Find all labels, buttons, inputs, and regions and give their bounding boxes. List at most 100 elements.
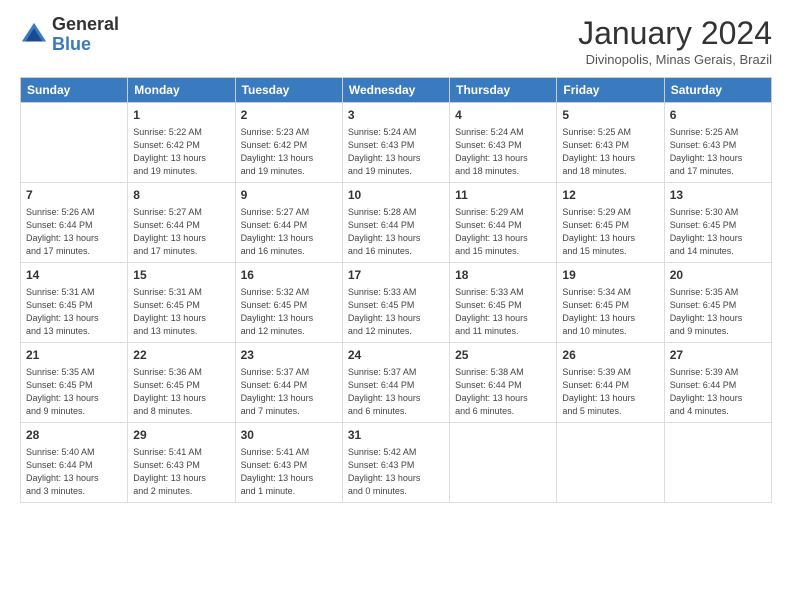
day-number: 5 (562, 107, 658, 124)
day-cell: 6Sunrise: 5:25 AM Sunset: 6:43 PM Daylig… (664, 103, 771, 183)
day-cell: 10 Sunrise: 5:28 AM Sunset: 6:44 PM Dayli… (342, 182, 449, 262)
header-row: SundayMondayTuesdayWednesdayThursdayFrid… (21, 78, 772, 103)
day-cell: 27 Sunrise: 5:39 AM Sunset: 6:44 PM Dayli… (664, 342, 771, 422)
day-number: 25 (455, 347, 551, 364)
day-info: Sunrise: 5:23 AM Sunset: 6:42 PM Dayligh… (241, 126, 337, 178)
col-header-thursday: Thursday (450, 78, 557, 103)
week-row-1: 1Sunrise: 5:22 AM Sunset: 6:42 PM Daylig… (21, 103, 772, 183)
day-number: 10 (348, 187, 444, 204)
day-info: Sunrise: 5:37 AM Sunset: 6:44 PM Dayligh… (348, 366, 444, 418)
day-number: 19 (562, 267, 658, 284)
day-info: Sunrise: 5:29 AM Sunset: 6:44 PM Dayligh… (455, 206, 551, 258)
day-cell: 17 Sunrise: 5:33 AM Sunset: 6:45 PM Dayli… (342, 262, 449, 342)
day-number: 26 (562, 347, 658, 364)
day-cell: 5 Sunrise: 5:25 AM Sunset: 6:43 PM Daylig… (557, 103, 664, 183)
col-header-friday: Friday (557, 78, 664, 103)
day-number: 1 (133, 107, 229, 124)
day-cell: 12 Sunrise: 5:29 AM Sunset: 6:45 PM Dayli… (557, 182, 664, 262)
week-row-3: 14 Sunrise: 5:31 AM Sunset: 6:45 PM Dayli… (21, 262, 772, 342)
col-header-sunday: Sunday (21, 78, 128, 103)
day-cell: 26Sunrise: 5:39 AM Sunset: 6:44 PM Dayli… (557, 342, 664, 422)
day-cell (450, 422, 557, 502)
day-cell: 4Sunrise: 5:24 AM Sunset: 6:43 PM Daylig… (450, 103, 557, 183)
day-info: Sunrise: 5:36 AM Sunset: 6:45 PM Dayligh… (133, 366, 229, 418)
col-header-tuesday: Tuesday (235, 78, 342, 103)
day-number: 14 (26, 267, 122, 284)
col-header-wednesday: Wednesday (342, 78, 449, 103)
logo-general: General (52, 15, 119, 35)
day-number: 7 (26, 187, 122, 204)
day-info: Sunrise: 5:38 AM Sunset: 6:44 PM Dayligh… (455, 366, 551, 418)
day-info: Sunrise: 5:31 AM Sunset: 6:45 PM Dayligh… (26, 286, 122, 338)
day-cell: 28Sunrise: 5:40 AM Sunset: 6:44 PM Dayli… (21, 422, 128, 502)
logo-icon (20, 21, 48, 49)
day-cell: 24Sunrise: 5:37 AM Sunset: 6:44 PM Dayli… (342, 342, 449, 422)
week-row-2: 7 Sunrise: 5:26 AM Sunset: 6:44 PM Daylig… (21, 182, 772, 262)
day-cell: 18 Sunrise: 5:33 AM Sunset: 6:45 PM Dayli… (450, 262, 557, 342)
day-number: 30 (241, 427, 337, 444)
day-info: Sunrise: 5:41 AM Sunset: 6:43 PM Dayligh… (133, 446, 229, 498)
day-cell: 8Sunrise: 5:27 AM Sunset: 6:44 PM Daylig… (128, 182, 235, 262)
month-title: January 2024 (578, 15, 772, 52)
day-number: 17 (348, 267, 444, 284)
day-cell: 3Sunrise: 5:24 AM Sunset: 6:43 PM Daylig… (342, 103, 449, 183)
day-number: 4 (455, 107, 551, 124)
day-cell: 13Sunrise: 5:30 AM Sunset: 6:45 PM Dayli… (664, 182, 771, 262)
day-cell: 21Sunrise: 5:35 AM Sunset: 6:45 PM Dayli… (21, 342, 128, 422)
col-header-saturday: Saturday (664, 78, 771, 103)
day-cell: 30Sunrise: 5:41 AM Sunset: 6:43 PM Dayli… (235, 422, 342, 502)
day-cell: 19 Sunrise: 5:34 AM Sunset: 6:45 PM Dayli… (557, 262, 664, 342)
day-info: Sunrise: 5:25 AM Sunset: 6:43 PM Dayligh… (562, 126, 658, 178)
day-info: Sunrise: 5:35 AM Sunset: 6:45 PM Dayligh… (26, 366, 122, 418)
col-header-monday: Monday (128, 78, 235, 103)
day-info: Sunrise: 5:37 AM Sunset: 6:44 PM Dayligh… (241, 366, 337, 418)
day-number: 12 (562, 187, 658, 204)
day-cell: 20Sunrise: 5:35 AM Sunset: 6:45 PM Dayli… (664, 262, 771, 342)
day-info: Sunrise: 5:28 AM Sunset: 6:44 PM Dayligh… (348, 206, 444, 258)
day-cell: 14 Sunrise: 5:31 AM Sunset: 6:45 PM Dayli… (21, 262, 128, 342)
day-info: Sunrise: 5:31 AM Sunset: 6:45 PM Dayligh… (133, 286, 229, 338)
header: General Blue January 2024 Divinopolis, M… (20, 15, 772, 67)
day-number: 18 (455, 267, 551, 284)
day-cell: 11 Sunrise: 5:29 AM Sunset: 6:44 PM Dayli… (450, 182, 557, 262)
day-cell (664, 422, 771, 502)
day-info: Sunrise: 5:27 AM Sunset: 6:44 PM Dayligh… (241, 206, 337, 258)
day-info: Sunrise: 5:33 AM Sunset: 6:45 PM Dayligh… (348, 286, 444, 338)
day-info: Sunrise: 5:34 AM Sunset: 6:45 PM Dayligh… (562, 286, 658, 338)
day-number: 31 (348, 427, 444, 444)
day-cell: 16 Sunrise: 5:32 AM Sunset: 6:45 PM Dayli… (235, 262, 342, 342)
day-info: Sunrise: 5:29 AM Sunset: 6:45 PM Dayligh… (562, 206, 658, 258)
day-info: Sunrise: 5:35 AM Sunset: 6:45 PM Dayligh… (670, 286, 766, 338)
page: General Blue January 2024 Divinopolis, M… (0, 0, 792, 612)
day-number: 23 (241, 347, 337, 364)
day-number: 27 (670, 347, 766, 364)
logo-blue: Blue (52, 35, 119, 55)
day-number: 2 (241, 107, 337, 124)
day-cell (21, 103, 128, 183)
logo: General Blue (20, 15, 119, 55)
day-info: Sunrise: 5:30 AM Sunset: 6:45 PM Dayligh… (670, 206, 766, 258)
day-info: Sunrise: 5:40 AM Sunset: 6:44 PM Dayligh… (26, 446, 122, 498)
week-row-4: 21Sunrise: 5:35 AM Sunset: 6:45 PM Dayli… (21, 342, 772, 422)
day-info: Sunrise: 5:27 AM Sunset: 6:44 PM Dayligh… (133, 206, 229, 258)
week-row-5: 28Sunrise: 5:40 AM Sunset: 6:44 PM Dayli… (21, 422, 772, 502)
day-info: Sunrise: 5:33 AM Sunset: 6:45 PM Dayligh… (455, 286, 551, 338)
day-info: Sunrise: 5:42 AM Sunset: 6:43 PM Dayligh… (348, 446, 444, 498)
location-subtitle: Divinopolis, Minas Gerais, Brazil (578, 52, 772, 67)
day-info: Sunrise: 5:39 AM Sunset: 6:44 PM Dayligh… (670, 366, 766, 418)
day-number: 15 (133, 267, 229, 284)
day-number: 6 (670, 107, 766, 124)
day-number: 16 (241, 267, 337, 284)
day-cell (557, 422, 664, 502)
day-info: Sunrise: 5:32 AM Sunset: 6:45 PM Dayligh… (241, 286, 337, 338)
day-cell: 23 Sunrise: 5:37 AM Sunset: 6:44 PM Dayli… (235, 342, 342, 422)
day-cell: 22Sunrise: 5:36 AM Sunset: 6:45 PM Dayli… (128, 342, 235, 422)
day-number: 9 (241, 187, 337, 204)
day-number: 29 (133, 427, 229, 444)
day-cell: 15 Sunrise: 5:31 AM Sunset: 6:45 PM Dayli… (128, 262, 235, 342)
day-cell: 31 Sunrise: 5:42 AM Sunset: 6:43 PM Dayli… (342, 422, 449, 502)
day-number: 11 (455, 187, 551, 204)
day-info: Sunrise: 5:26 AM Sunset: 6:44 PM Dayligh… (26, 206, 122, 258)
day-info: Sunrise: 5:24 AM Sunset: 6:43 PM Dayligh… (348, 126, 444, 178)
day-cell: 1Sunrise: 5:22 AM Sunset: 6:42 PM Daylig… (128, 103, 235, 183)
